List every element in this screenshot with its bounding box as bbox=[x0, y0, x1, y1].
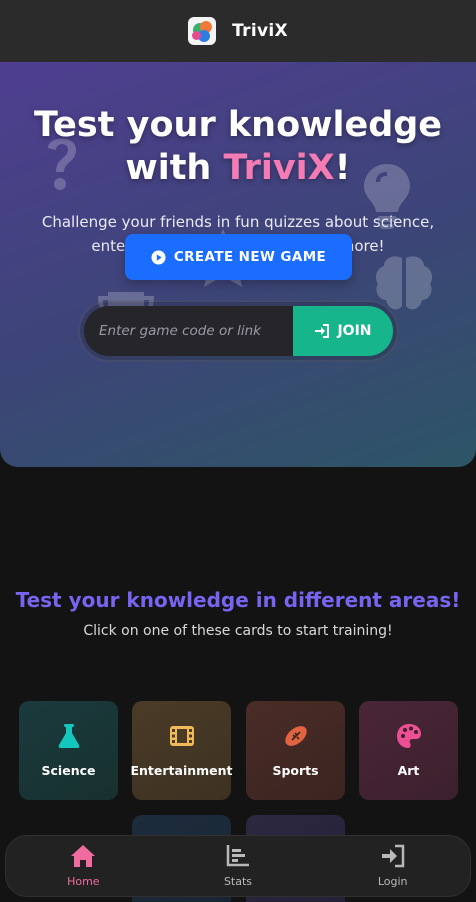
hero-title-line2: with TriviX! bbox=[0, 147, 476, 190]
app-logo-icon[interactable] bbox=[188, 17, 217, 45]
game-code-input[interactable]: Enter game code or link bbox=[84, 306, 294, 356]
category-card-art[interactable]: Art bbox=[359, 701, 458, 800]
nav-home-label: Home bbox=[67, 875, 100, 888]
categories-subtitle: Click on one of these cards to start tra… bbox=[83, 623, 393, 639]
hero-title-with: with bbox=[125, 148, 224, 188]
create-new-game-label: CREATE NEW GAME bbox=[173, 249, 327, 265]
stats-icon bbox=[226, 845, 249, 867]
nav-stats[interactable]: Stats bbox=[161, 836, 316, 896]
category-card-science[interactable]: Science bbox=[19, 701, 118, 800]
hero-title-bang: ! bbox=[334, 148, 351, 188]
category-label-sports: Sports bbox=[272, 763, 319, 778]
nav-stats-label: Stats bbox=[223, 875, 253, 888]
join-button[interactable]: JOIN bbox=[293, 306, 393, 356]
app-title: TriviX bbox=[232, 21, 288, 41]
play-circle-icon bbox=[151, 249, 166, 265]
film-icon bbox=[169, 726, 194, 746]
join-label: JOIN bbox=[337, 323, 372, 339]
login-icon bbox=[381, 844, 404, 868]
category-label-entertainment: Entertainment bbox=[130, 763, 233, 778]
categories-title: Test your knowledge in different areas! bbox=[15, 588, 461, 612]
top-bar: TriviX bbox=[0, 0, 476, 62]
category-card-sports[interactable]: Sports bbox=[246, 701, 345, 800]
nav-login-label: Login bbox=[377, 875, 408, 888]
category-label-art: Art bbox=[397, 763, 420, 778]
category-card-entertainment[interactable]: Entertainment bbox=[130, 701, 233, 800]
nav-home[interactable]: Home bbox=[6, 836, 161, 896]
hero-title: Test your knowledge with TriviX! bbox=[0, 104, 476, 190]
hero-title-brand: TriviX bbox=[223, 148, 335, 188]
bottom-navigation: Home Stats Login bbox=[5, 835, 471, 897]
nav-login[interactable]: Login bbox=[315, 836, 470, 896]
home-icon bbox=[71, 845, 96, 867]
sign-in-icon bbox=[315, 324, 330, 338]
hero-title-line1: Test your knowledge bbox=[33, 105, 443, 145]
flask-icon bbox=[58, 724, 79, 748]
football-icon bbox=[284, 726, 307, 746]
category-label-science: Science bbox=[41, 763, 96, 778]
create-new-game-button[interactable]: CREATE NEW GAME bbox=[125, 234, 352, 280]
palette-icon bbox=[396, 724, 421, 748]
